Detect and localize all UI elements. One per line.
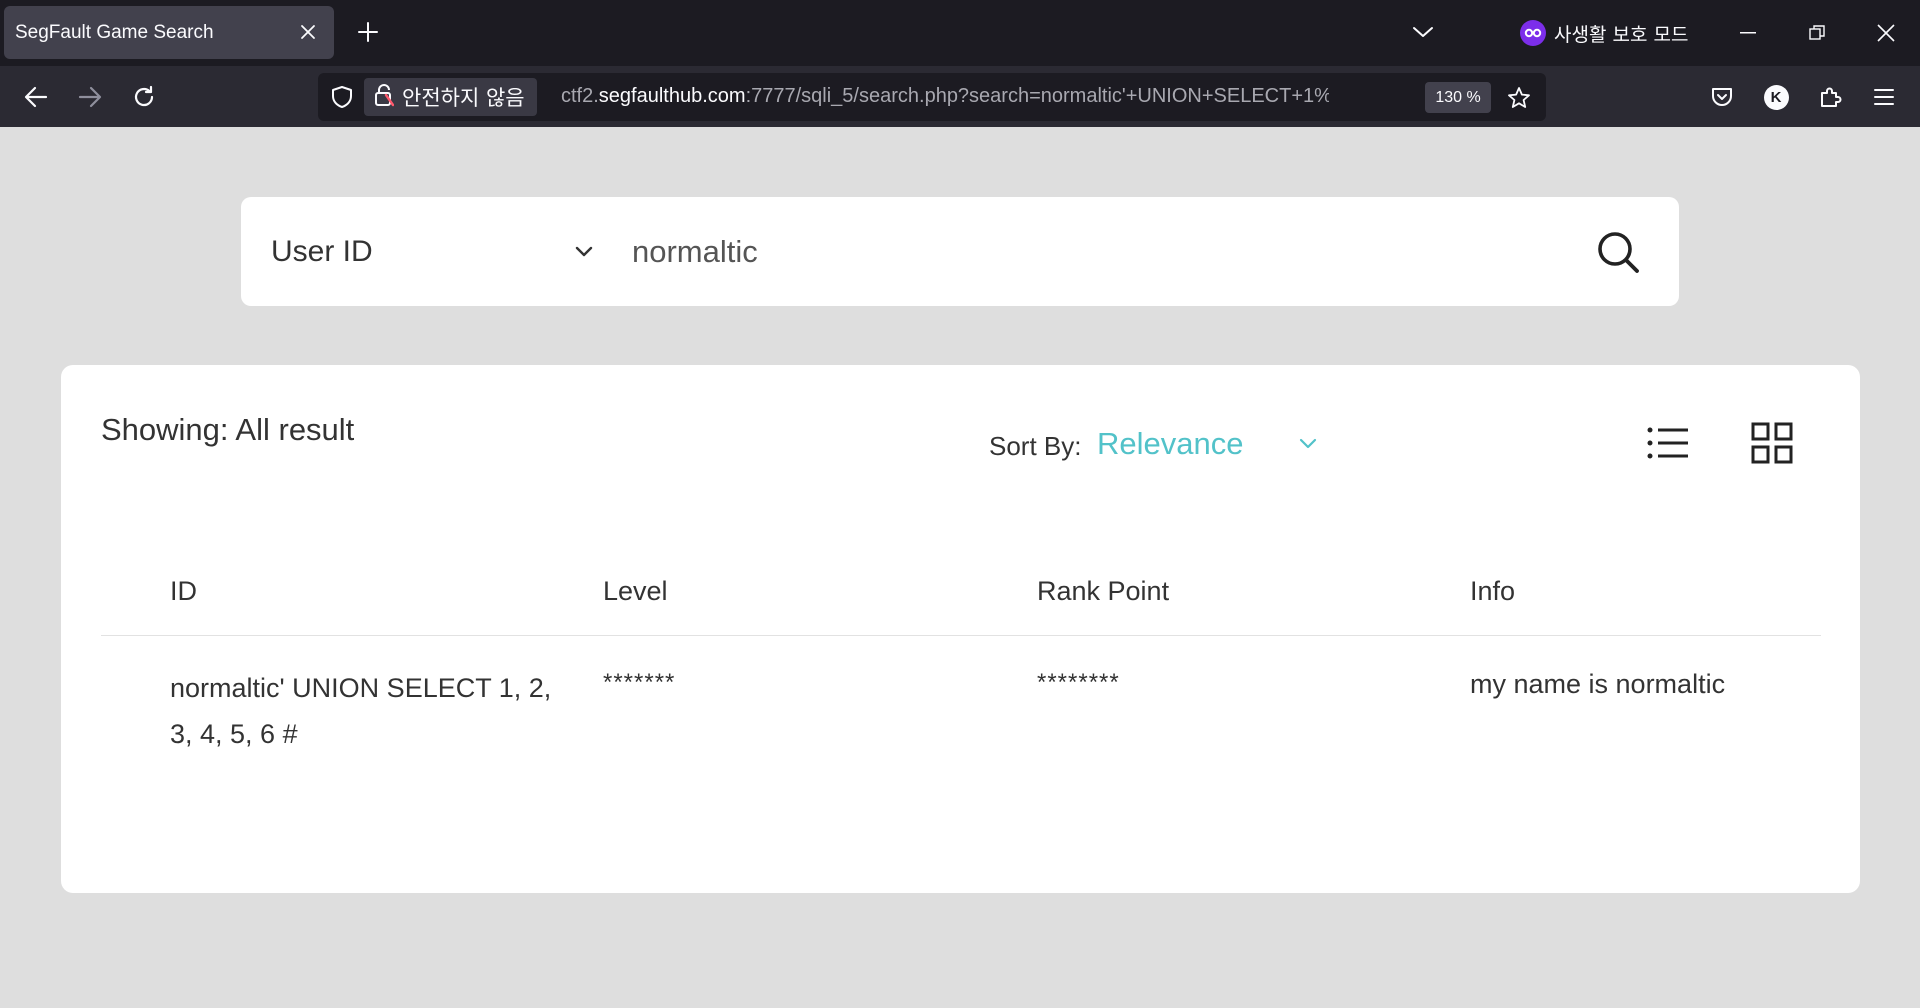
- private-mode-indicator: 사생활 보호 모드: [1520, 18, 1688, 48]
- reload-icon[interactable]: [126, 79, 162, 115]
- search-input[interactable]: [632, 227, 1332, 277]
- column-header-level: Level: [603, 576, 668, 606]
- sort-label: Sort By:: [989, 431, 1082, 461]
- column-header-info: Info: [1470, 576, 1516, 606]
- url-text[interactable]: ctf2.segfaulthub.com:7777/sqli_5/search.…: [561, 85, 1329, 108]
- grid-view-icon[interactable]: [1749, 420, 1795, 466]
- table-divider: [101, 635, 1821, 636]
- column-header-id: ID: [170, 576, 197, 606]
- chevron-down-icon[interactable]: [1408, 17, 1438, 47]
- list-view-icon[interactable]: [1644, 421, 1692, 465]
- hamburger-icon[interactable]: [1866, 79, 1902, 115]
- results-card: Showing: All result Sort By: Relevance I…: [61, 365, 1860, 893]
- avatar: K: [1763, 84, 1789, 110]
- pocket-icon[interactable]: [1704, 79, 1740, 115]
- sort-select[interactable]: Relevance: [1097, 426, 1243, 462]
- search-field-label: User ID: [271, 234, 373, 268]
- search-card: User ID: [241, 197, 1679, 306]
- search-field-select[interactable]: User ID: [271, 197, 611, 306]
- minimize-icon[interactable]: [1720, 10, 1776, 56]
- security-label: 안전하지 않음: [402, 86, 525, 110]
- results-summary: Showing: All result: [101, 412, 355, 447]
- restore-icon[interactable]: [1789, 10, 1845, 56]
- private-mask-icon: [1520, 20, 1546, 46]
- tab-title: SegFault Game Search: [15, 22, 214, 43]
- column-header-rank-point: Rank Point: [1037, 576, 1170, 606]
- browser-tab-active[interactable]: SegFault Game Search: [4, 6, 334, 59]
- cell-id: normaltic' UNION SELECT 1, 2, 3, 4, 5, 6…: [170, 673, 552, 749]
- cell-level: *******: [603, 669, 676, 696]
- browser-titlebar: SegFault Game Search 사생활 보호 모드: [0, 0, 1920, 66]
- puzzle-icon[interactable]: [1812, 79, 1848, 115]
- shield-icon[interactable]: [328, 83, 356, 111]
- account-avatar[interactable]: K: [1758, 79, 1794, 115]
- browser-toolbar: 안전하지 않음 ctf2.segfaulthub.com:7777/sqli_5…: [0, 66, 1920, 127]
- private-mode-label: 사생활 보호 모드: [1554, 23, 1689, 46]
- arrow-right-icon[interactable]: [72, 79, 108, 115]
- chevron-down-icon[interactable]: [569, 236, 599, 266]
- arrow-left-icon[interactable]: [18, 79, 54, 115]
- cell-info: my name is normaltic: [1470, 669, 1726, 699]
- connection-insecure-badge[interactable]: 안전하지 않음: [364, 78, 537, 116]
- url-bar[interactable]: 안전하지 않음 ctf2.segfaulthub.com:7777/sqli_5…: [318, 73, 1546, 121]
- chevron-down-icon[interactable]: [1293, 428, 1323, 458]
- cell-rank-point: ********: [1037, 669, 1120, 696]
- lock-warning-icon: [374, 83, 395, 112]
- close-icon[interactable]: [294, 18, 322, 46]
- search-icon[interactable]: [1593, 227, 1643, 277]
- star-icon[interactable]: [1504, 83, 1534, 113]
- window-close-icon[interactable]: [1858, 10, 1914, 56]
- zoom-level-button[interactable]: 130 %: [1425, 82, 1491, 113]
- plus-icon[interactable]: [352, 16, 384, 48]
